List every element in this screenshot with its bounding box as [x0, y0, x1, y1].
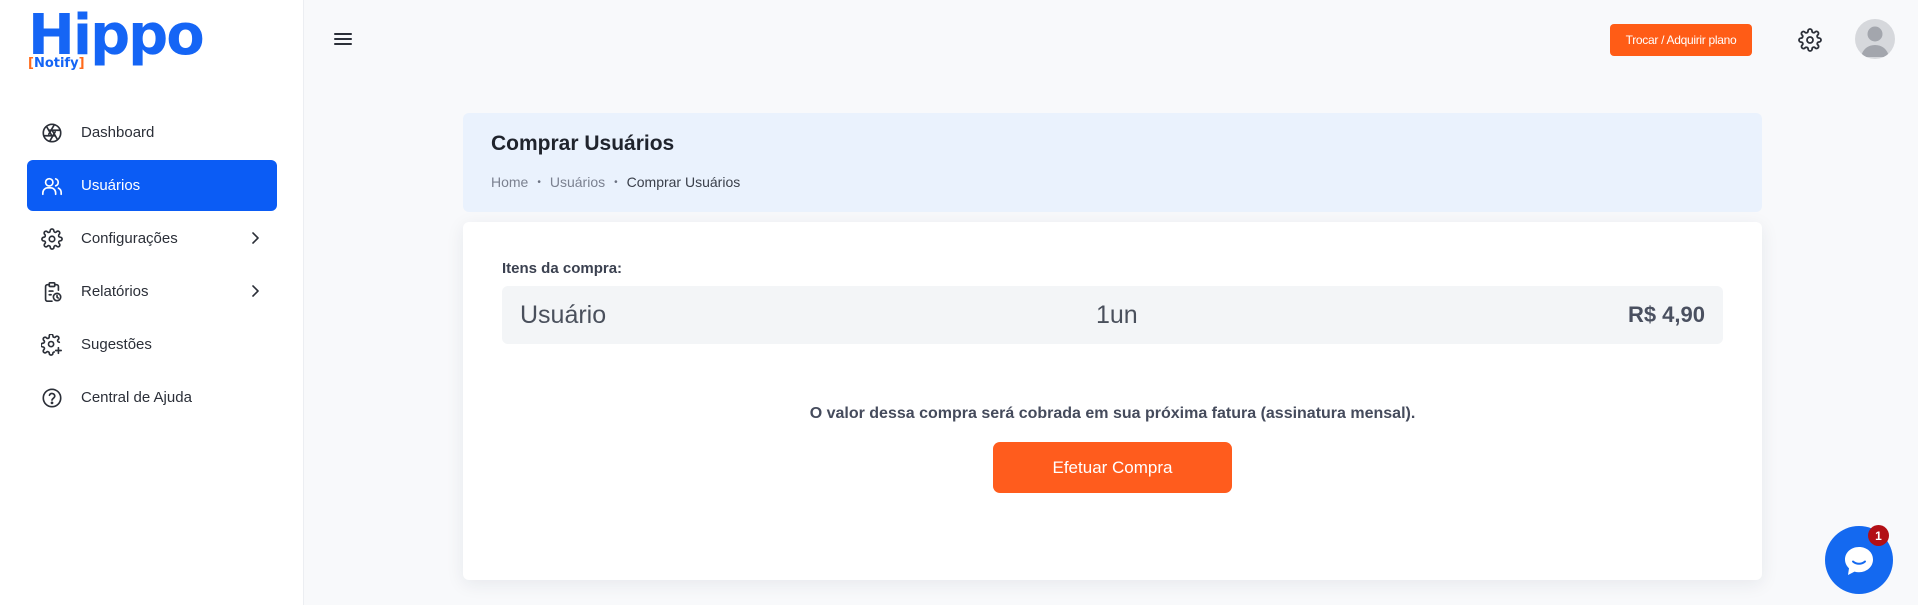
breadcrumb: Home • Usuários • Comprar Usuários: [491, 174, 740, 190]
confirm-purchase-button[interactable]: Efetuar Compra: [993, 442, 1232, 493]
chevron-right-icon: [252, 285, 259, 297]
breadcrumb-separator: •: [614, 176, 618, 188]
breadcrumb-separator: •: [537, 176, 541, 188]
item-price: R$ 4,90: [1627, 302, 1705, 327]
help-circle-icon: [41, 387, 63, 409]
hamburger-menu-icon[interactable]: [332, 28, 354, 50]
gear-plus-icon: [41, 333, 63, 356]
breadcrumb-home[interactable]: Home: [491, 174, 528, 190]
purchase-item-row: Usuário 1un R$ 4,90: [502, 286, 1723, 344]
gear-icon: [41, 227, 63, 250]
logo-subtitle: [Notify]: [28, 56, 85, 71]
sidebar-item-label: Dashboard: [81, 124, 155, 141]
chevron-right-icon: [252, 232, 259, 244]
purchase-card: Itens da compra: Usuário 1un R$ 4,90 O v…: [463, 222, 1762, 580]
item-quantity: 1un: [1096, 301, 1138, 329]
billing-note: O valor dessa compra será cobrada em sua…: [809, 405, 1416, 422]
users-icon: [41, 175, 63, 197]
purchase-items-label: Itens da compra:: [502, 260, 623, 277]
page-header: Comprar Usuários Home • Usuários • Compr…: [463, 113, 1762, 212]
sidebar-item-label: Sugestões: [81, 336, 152, 353]
breadcrumb-usuarios[interactable]: Usuários: [550, 174, 605, 190]
sidebar-nav: Dashboard Usuários Configurações Relatór…: [27, 107, 277, 425]
sidebar-item-label: Relatórios: [81, 283, 149, 300]
page-title: Comprar Usuários: [491, 132, 675, 155]
clipboard-clock-icon: [41, 281, 63, 303]
sidebar-item-usuarios[interactable]: Usuários: [27, 160, 277, 211]
logo-subtitle-text: Notify: [33, 56, 79, 71]
sidebar-item-label: Configurações: [81, 230, 178, 247]
aperture-icon: [41, 122, 63, 144]
settings-gear-icon[interactable]: [1798, 28, 1822, 52]
sidebar-item-label: Central de Ajuda: [81, 389, 192, 406]
sidebar-item-configuracoes[interactable]: Configurações: [27, 213, 277, 264]
chat-notification-badge: 1: [1868, 525, 1889, 546]
user-avatar[interactable]: [1855, 19, 1895, 59]
sidebar: Hippo [Notify] Dashboard Usuários Config…: [0, 0, 304, 605]
item-name: Usuário: [520, 301, 607, 329]
sidebar-item-relatorios[interactable]: Relatórios: [27, 266, 277, 317]
sidebar-item-label: Usuários: [81, 177, 141, 194]
breadcrumb-current: Comprar Usuários: [626, 174, 741, 190]
sidebar-item-dashboard[interactable]: Dashboard: [27, 107, 277, 158]
chat-bubble-icon: [1845, 547, 1873, 575]
change-plan-button[interactable]: Trocar / Adquirir plano: [1610, 24, 1752, 56]
hippo-notify-logo[interactable]: Hippo [Notify]: [28, 6, 208, 76]
sidebar-item-central-de-ajuda[interactable]: Central de Ajuda: [27, 372, 277, 423]
user-silhouette-icon: [1861, 26, 1889, 57]
sidebar-item-sugestoes[interactable]: Sugestões: [27, 319, 277, 370]
